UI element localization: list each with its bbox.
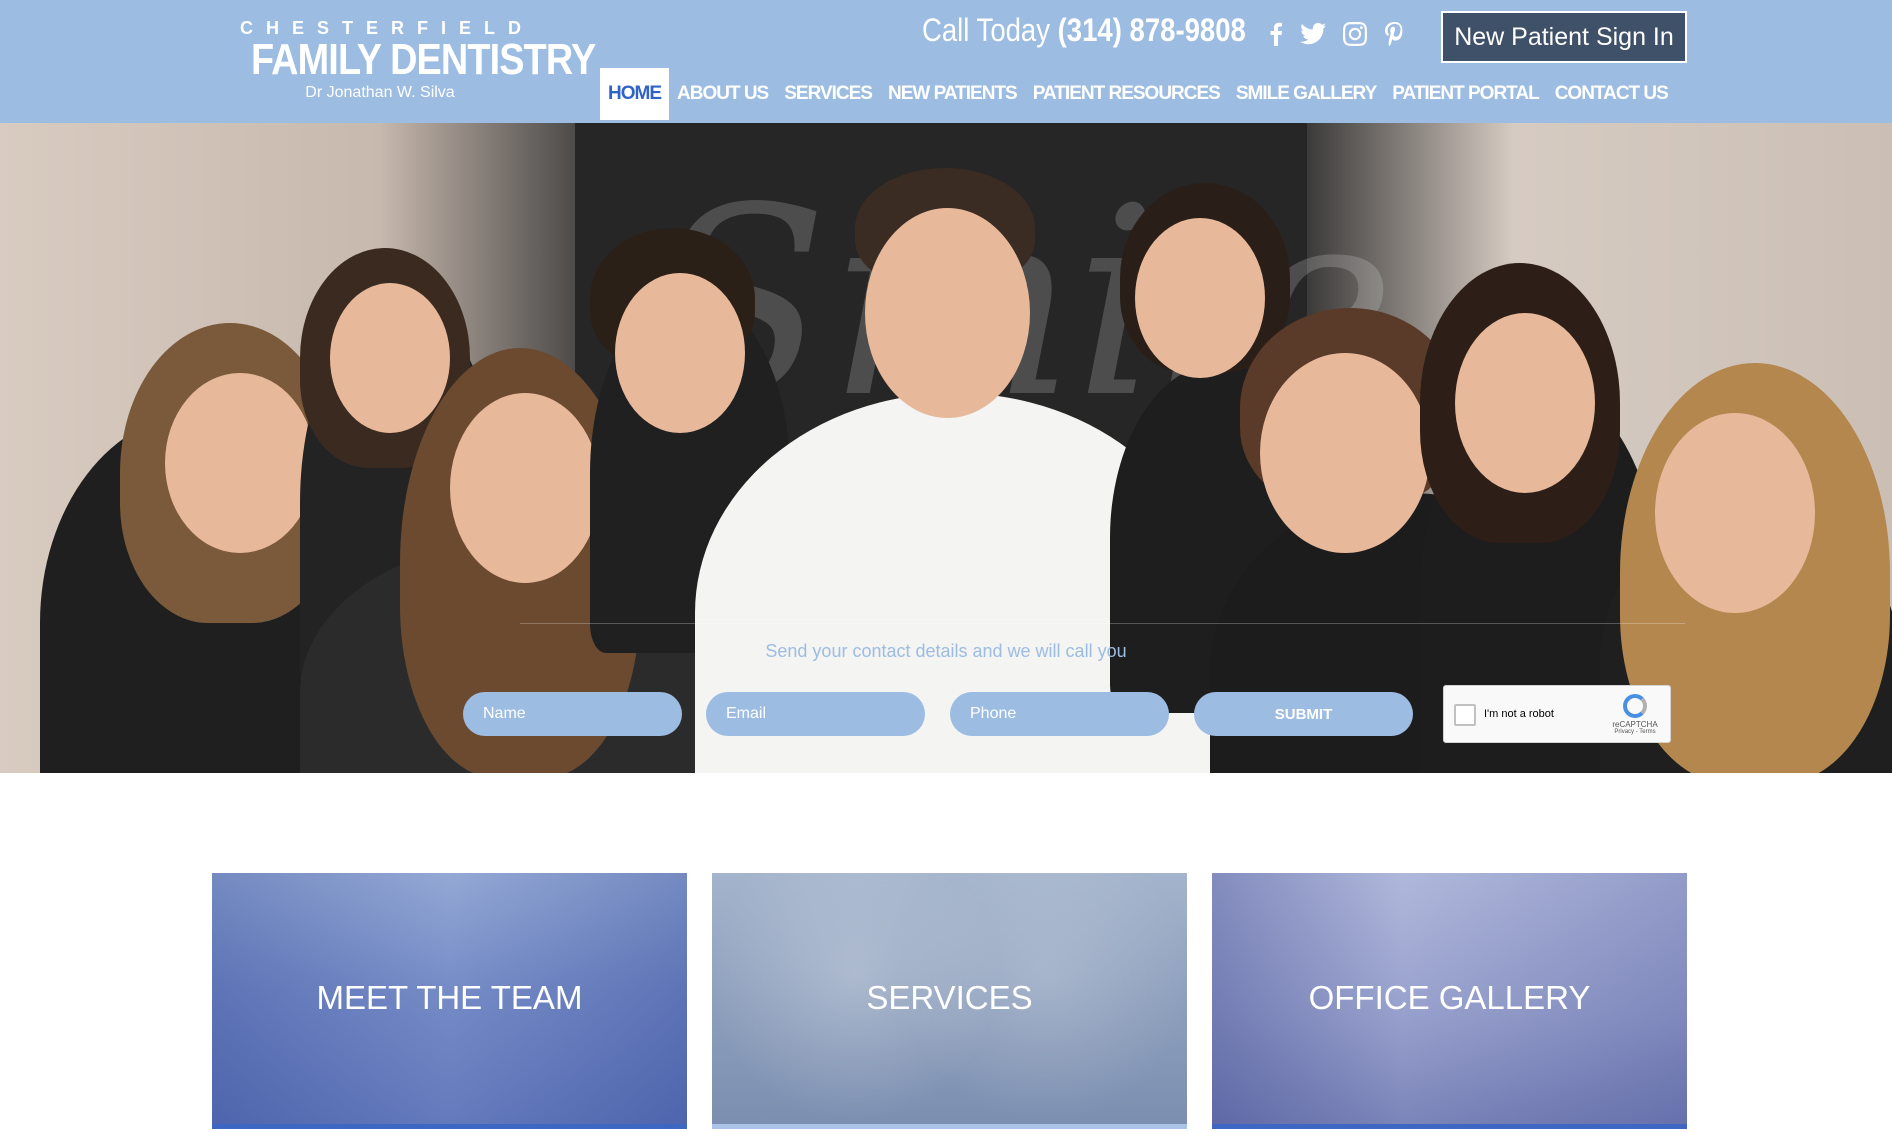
face [165,373,315,553]
face [1455,313,1595,493]
card-bar [712,1124,1187,1129]
contact-prompt: Send your contact details and we will ca… [765,641,1127,661]
recaptcha-checkbox[interactable] [1454,704,1476,726]
face [615,273,745,433]
nav-item-patient-resources[interactable]: PATIENT RESOURCES [1025,68,1228,120]
recaptcha-icon [1623,694,1647,718]
card-label: MEET THE TEAM [316,979,583,1016]
nav-item-patient-portal[interactable]: PATIENT PORTAL [1384,68,1546,120]
nav-item-new-patients[interactable]: NEW PATIENTS [880,68,1025,120]
logo-sub-text: Dr Jonathan W. Silva [305,84,455,101]
card-bar [1212,1124,1687,1129]
phone-number[interactable]: (314) 878-9808 [1058,12,1246,48]
call-prefix: Call Today [922,12,1050,48]
call-today: Call Today (314) 878-9808 [922,12,1246,49]
instagram-icon[interactable] [1341,20,1369,48]
card-label: OFFICE GALLERY [1308,979,1591,1016]
recaptcha-widget: I'm not a robot reCAPTCHA Privacy - Term… [1443,685,1671,743]
hero-team-photo: Smile Send your contact details and we w… [0,123,1892,773]
services-card[interactable]: SERVICES [712,873,1187,1129]
card-label: SERVICES [866,979,1033,1016]
pinterest-icon[interactable] [1380,20,1408,48]
hero-divider [520,623,1685,624]
card-bar [212,1124,687,1129]
meet-the-team-card[interactable]: MEET THE TEAM [212,873,687,1129]
nav-item-home[interactable]: HOME [600,68,669,120]
phone-input[interactable]: Phone [950,692,1169,736]
site-header: CHESTERFIELD FAMILY DENTISTRY Dr Jonatha… [0,0,1892,123]
name-input[interactable]: Name [463,692,682,736]
face [330,283,450,433]
face [1655,413,1815,613]
facebook-icon[interactable] [1262,20,1290,48]
logo-main-text: FAMILY DENTISTRY [251,35,596,84]
email-input[interactable]: Email [706,692,925,736]
nav-item-smile-gallery[interactable]: SMILE GALLERY [1228,68,1384,120]
recaptcha-terms[interactable]: Privacy - Terms [1610,729,1660,735]
new-patient-signin-button[interactable]: New Patient Sign In [1441,11,1687,63]
nav-item-services[interactable]: SERVICES [776,68,880,120]
nav-item-contact-us[interactable]: CONTACT US [1547,68,1676,120]
office-gallery-card[interactable]: OFFICE GALLERY [1212,873,1687,1129]
recaptcha-logo: reCAPTCHA Privacy - Terms [1610,694,1660,735]
main-nav: HOME ABOUT US SERVICES NEW PATIENTS PATI… [600,68,1676,120]
face [865,208,1030,418]
face [450,393,600,583]
face [1260,353,1430,553]
site-logo[interactable]: CHESTERFIELD FAMILY DENTISTRY Dr Jonatha… [230,18,596,102]
recaptcha-label: I'm not a robot [1484,708,1554,720]
twitter-icon[interactable] [1299,20,1327,48]
submit-button[interactable]: SUBMIT [1194,692,1413,736]
face [1135,218,1265,378]
recaptcha-brand: reCAPTCHA [1612,720,1658,729]
nav-item-about-us[interactable]: ABOUT US [669,68,776,120]
